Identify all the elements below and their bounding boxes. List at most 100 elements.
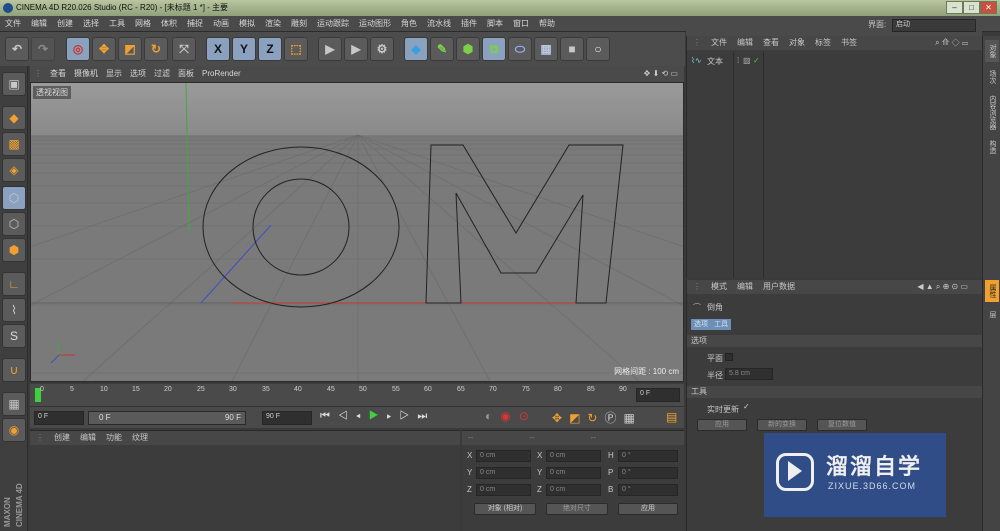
viewport-menu-panel[interactable]: 面板 (174, 66, 198, 82)
object-manager-nav-icons[interactable]: ⌕ ⟰ ◇ ▭ (935, 36, 968, 50)
playback-controls[interactable]: ⏮◁◂▶▸▷⏭ (320, 410, 435, 423)
key-pla-icon[interactable]: ▦ (623, 411, 641, 425)
cube-icon[interactable]: ◆ (404, 37, 428, 61)
current-frame-field[interactable]: 0 F (636, 388, 680, 402)
rail-tab-objects[interactable]: 对象 (985, 40, 999, 62)
key-type-controls[interactable]: ✥◩↻Ⓟ▦ (552, 409, 642, 426)
menu-render[interactable]: 渲染 (260, 16, 286, 32)
polygons-mode-icon[interactable]: ⬢ (2, 238, 26, 262)
tab-options[interactable]: 选项 (691, 319, 711, 330)
viewport-menu-view[interactable]: 查看 (46, 66, 70, 82)
render-view-icon[interactable]: ▶ (318, 37, 342, 61)
viewport-menu-filter[interactable]: 过滤 (150, 66, 174, 82)
menu-sculpt[interactable]: 雕刻 (286, 16, 312, 32)
z-axis-lock-icon[interactable]: Z (258, 37, 282, 61)
pen-icon[interactable]: ✎ (430, 37, 454, 61)
axis-mode-icon[interactable]: ∟ (2, 272, 26, 296)
auto-key-icon[interactable]: ⊙ (519, 409, 537, 423)
keyframe-selection-icon[interactable]: ◐ (485, 409, 500, 423)
rail-tab-structure[interactable]: 构造 (985, 136, 999, 158)
maximize-button[interactable]: □ (963, 1, 980, 14)
lock-workplane-icon[interactable]: ▦ (2, 392, 26, 416)
rotate-icon[interactable]: ↻ (144, 37, 168, 61)
coords-apply-button[interactable]: 应用 (618, 503, 678, 515)
perspective-viewport[interactable]: 透视视图 网格间距 : 100 cm (30, 82, 684, 382)
subdivision-icon[interactable]: ⬢ (456, 37, 480, 61)
attribute-menu-mode[interactable]: 模式 (711, 282, 727, 291)
object-menu-edit[interactable]: 编辑 (737, 38, 753, 47)
texture-mode-icon[interactable]: ▩ (2, 132, 26, 156)
camera-icon[interactable]: ■ (560, 37, 584, 61)
rail-tab-content-browser[interactable]: 内容浏览器 (985, 92, 999, 132)
viewport-menu-prorender[interactable]: ProRender (198, 66, 245, 82)
realtime-update-check-icon[interactable]: ✓ (743, 402, 750, 411)
light-icon[interactable]: ○ (586, 37, 610, 61)
rotation-h-field[interactable]: 0 ° (618, 450, 678, 462)
key-rotation-icon[interactable]: ↻ (587, 411, 604, 425)
menu-mesh[interactable]: 网格 (130, 16, 156, 32)
cloner-icon[interactable]: ⧉ (482, 37, 506, 61)
start-frame-field[interactable]: 0 F (34, 411, 84, 425)
position-y-field[interactable]: 0 cm (476, 467, 531, 479)
menu-select[interactable]: 选择 (78, 16, 104, 32)
prev-key-icon[interactable]: ◁ (338, 410, 356, 422)
apply-button[interactable]: 应用 (697, 419, 747, 431)
rail-tab-takes[interactable]: 场次 (985, 66, 999, 88)
size-x-field[interactable]: 0 cm (546, 450, 601, 462)
material-menu-texture[interactable]: 纹理 (132, 433, 148, 442)
recent-tools-icon[interactable]: ⤧ (172, 37, 196, 61)
size-z-field[interactable]: 0 cm (546, 484, 601, 496)
viewport-menu-options[interactable]: 选项 (126, 66, 150, 82)
attribute-nav-icons[interactable]: ◀ ▲ ⌕ ⊕ ⊙ ▭ (917, 280, 968, 294)
attribute-menu-userdata[interactable]: 用户数据 (763, 282, 795, 291)
position-z-field[interactable]: 0 cm (476, 484, 531, 496)
menu-simulate[interactable]: 模拟 (234, 16, 260, 32)
frame-range-slider[interactable]: 0 F 90 F (88, 411, 246, 425)
rail-tab-attributes[interactable]: 属性 (985, 280, 999, 302)
reset-values-button[interactable]: 复位数值 (817, 419, 867, 431)
rail-tab-layers[interactable]: 层 (985, 306, 999, 322)
viewport-menu-display[interactable]: 显示 (102, 66, 126, 82)
undo-icon[interactable]: ↶ (5, 37, 29, 61)
menu-tools[interactable]: 工具 (104, 16, 130, 32)
floor-icon[interactable]: ▦ (534, 37, 558, 61)
model-mode-icon[interactable]: ◆ (2, 106, 26, 130)
edges-mode-icon[interactable]: ⬡ (2, 212, 26, 236)
object-menu-objects[interactable]: 对象 (789, 38, 805, 47)
menu-volume[interactable]: 体积 (156, 16, 182, 32)
object-menu-tags[interactable]: 标签 (815, 38, 831, 47)
tab-tool[interactable]: 工具 (711, 319, 731, 330)
attribute-menu-edit[interactable]: 编辑 (737, 282, 753, 291)
viewport-menu-cameras[interactable]: 摄像机 (70, 66, 102, 82)
menu-create[interactable]: 创建 (52, 16, 78, 32)
object-menu-file[interactable]: 文件 (711, 38, 727, 47)
record-icon[interactable]: ◉ (500, 409, 518, 423)
menu-script[interactable]: 脚本 (482, 16, 508, 32)
y-axis-lock-icon[interactable]: Y (232, 37, 256, 61)
move-icon[interactable]: ✥ (92, 37, 116, 61)
size-y-field[interactable]: 0 cm (546, 467, 601, 479)
go-to-end-icon[interactable]: ⏭ (417, 410, 435, 422)
play-icon[interactable]: ▶ (369, 410, 387, 422)
next-key-icon[interactable]: ▷ (400, 410, 418, 422)
scale-icon[interactable]: ◩ (118, 37, 142, 61)
key-param-icon[interactable]: Ⓟ (604, 411, 623, 425)
position-x-field[interactable]: 0 cm (476, 450, 531, 462)
tweak-mode-icon[interactable]: ⌇ (2, 298, 26, 322)
key-position-icon[interactable]: ✥ (552, 411, 569, 425)
size-mode-select[interactable]: 绝对尺寸 (546, 503, 608, 515)
menu-snap[interactable]: 捕捉 (182, 16, 208, 32)
end-frame-field[interactable]: 90 F (262, 411, 312, 425)
new-transform-button[interactable]: 新的变换 (757, 419, 807, 431)
render-picture-viewer-icon[interactable]: ▶ (344, 37, 368, 61)
object-menu-view[interactable]: 查看 (763, 38, 779, 47)
workplane-icon[interactable]: ◈ (2, 158, 26, 182)
next-frame-icon[interactable]: ▸ (387, 410, 400, 422)
material-menu-edit[interactable]: 编辑 (80, 433, 96, 442)
snap-icon[interactable]: S (2, 324, 26, 348)
menu-motion-tracking[interactable]: 运动跟踪 (312, 16, 354, 32)
render-settings-icon[interactable]: ⚙ (370, 37, 394, 61)
menu-mograph[interactable]: 运动图形 (354, 16, 396, 32)
x-axis-lock-icon[interactable]: X (206, 37, 230, 61)
material-menu-function[interactable]: 功能 (106, 433, 122, 442)
